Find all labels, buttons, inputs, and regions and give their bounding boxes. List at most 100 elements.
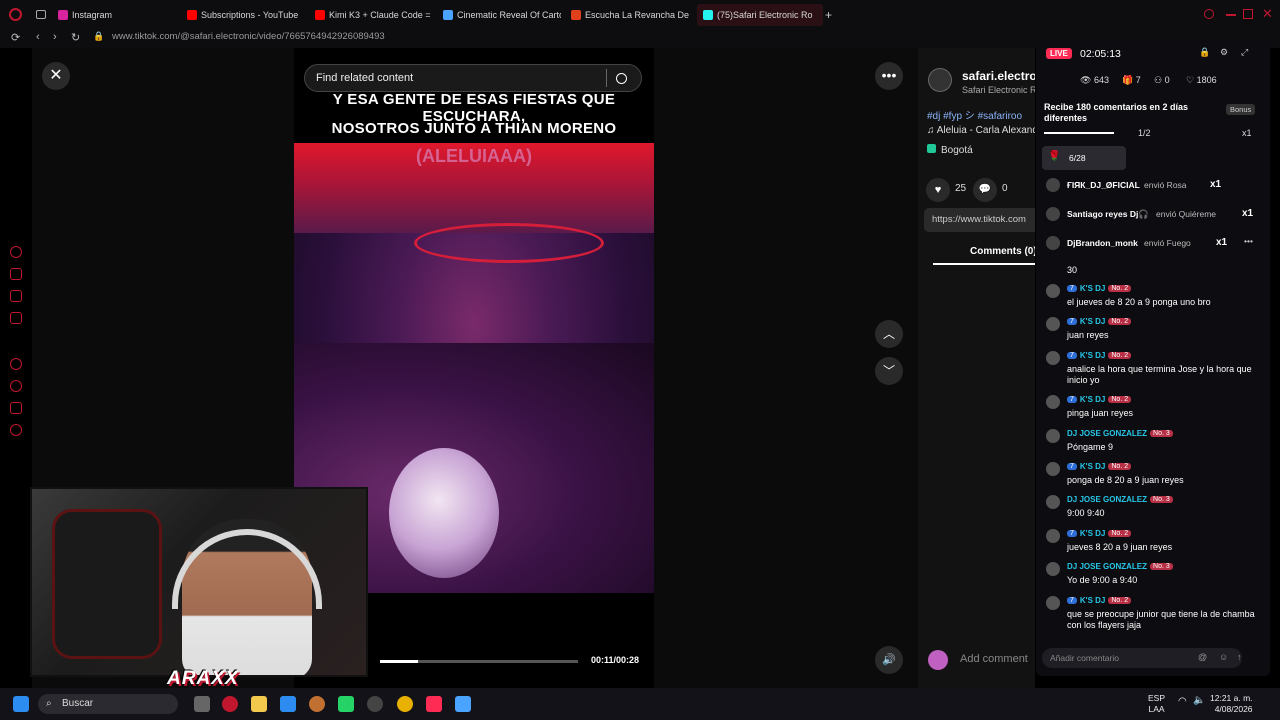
tab-cinematic-reveal[interactable]: Cinematic Reveal Of Carto: [443, 4, 561, 26]
chat-avatar[interactable]: [1046, 596, 1060, 610]
wifi-icon[interactable]: ◠: [1178, 696, 1187, 707]
notepad-icon[interactable]: [455, 696, 471, 712]
chat-username[interactable]: DJ JOSE GONZALEZ: [1067, 495, 1147, 504]
chat-avatar[interactable]: [1046, 317, 1060, 331]
volume-button[interactable]: 🔊: [875, 646, 903, 674]
chat-message: 7 K'S DJ No. 2 jueves 8 20 a 9 juan reyes: [1046, 529, 1266, 561]
previous-video-button[interactable]: ︿: [875, 320, 903, 348]
chat-username[interactable]: K'S DJ: [1080, 462, 1105, 471]
settings-icon[interactable]: ⚙: [1220, 47, 1228, 58]
messenger-icon[interactable]: [10, 290, 22, 302]
chrome-icon[interactable]: [397, 696, 413, 712]
language-indicator[interactable]: ESP LAA: [1148, 693, 1165, 715]
refresh-icon[interactable]: ↻: [71, 31, 80, 44]
app-icon[interactable]: [309, 696, 325, 712]
tab-comments[interactable]: Comments (0): [970, 246, 1035, 257]
send-icon[interactable]: ↑: [1237, 652, 1242, 662]
lock-icon[interactable]: 🔒: [1199, 47, 1210, 58]
aria-icon[interactable]: [10, 246, 22, 258]
taskbar-search[interactable]: ⌕ Buscar: [38, 694, 178, 714]
app-icon[interactable]: [367, 696, 383, 712]
task-view-icon[interactable]: [194, 696, 210, 712]
chat-username[interactable]: DJ JOSE GONZALEZ: [1067, 562, 1147, 571]
popout-icon[interactable]: ⤢: [1241, 47, 1248, 58]
whatsapp-icon[interactable]: [338, 696, 354, 712]
reload-page-icon[interactable]: ⟳: [11, 31, 20, 44]
volume-icon[interactable]: 🔈: [1193, 695, 1205, 706]
system-clock[interactable]: 12:21 a. m. 4/08/2026: [1210, 693, 1253, 715]
close-window-icon[interactable]: ✕: [1262, 6, 1273, 22]
chat-avatar[interactable]: [1046, 529, 1060, 543]
tab-escucha-revancha[interactable]: Escucha La Revancha Del: [571, 4, 689, 26]
maximize-icon[interactable]: [1243, 9, 1253, 19]
comment-input[interactable]: Añadir comentario: [1042, 648, 1242, 668]
chat-username[interactable]: K'S DJ: [1080, 284, 1105, 293]
link-field[interactable]: https://www.tiktok.com: [924, 208, 1035, 232]
tab-youtube-subscriptions[interactable]: Subscriptions - YouTube: [187, 4, 307, 26]
author-name[interactable]: safari.electronic: [962, 69, 1035, 83]
tiktok-icon[interactable]: [426, 696, 442, 712]
search-tabs-icon[interactable]: [1204, 9, 1214, 19]
chat-avatar[interactable]: [1046, 429, 1060, 443]
chat-avatar[interactable]: [1046, 462, 1060, 476]
music-info[interactable]: ♫ Aleluia - Carla Alexandra: [927, 125, 1035, 136]
forward-icon[interactable]: ›: [53, 31, 57, 43]
chat-avatar[interactable]: [1046, 562, 1060, 576]
chat-username[interactable]: K'S DJ: [1080, 395, 1105, 404]
chat-avatar[interactable]: [1046, 495, 1060, 509]
eye-icon: 👁: [1080, 75, 1094, 85]
tab-instagram[interactable]: Instagram: [58, 4, 178, 26]
opera-logo-icon[interactable]: [9, 8, 22, 21]
emoji-icon[interactable]: ☺: [1219, 652, 1228, 662]
minimize-icon[interactable]: [1226, 14, 1236, 16]
chat-username[interactable]: DJ JOSE GONZALEZ: [1067, 429, 1147, 438]
chat-username[interactable]: K'S DJ: [1080, 529, 1105, 538]
speed-dial-icon[interactable]: [10, 358, 22, 370]
chat-avatar[interactable]: [1046, 351, 1060, 365]
windows-start-icon[interactable]: [13, 696, 29, 712]
chat-meta: 7 K'S DJ No. 2: [1067, 317, 1132, 326]
file-explorer-icon[interactable]: [251, 696, 267, 712]
add-comment-placeholder[interactable]: Add comment: [960, 653, 1028, 665]
tab-overview-icon[interactable]: [36, 10, 46, 19]
hashtags[interactable]: #dj #fyp シ #safariroo: [927, 107, 1022, 122]
gifts-count: 7: [1135, 75, 1141, 85]
new-tab-button[interactable]: +: [825, 8, 832, 22]
gift-avatar: [1046, 178, 1060, 192]
next-video-button[interactable]: ﹀: [875, 357, 903, 385]
history-icon[interactable]: [10, 380, 22, 392]
mention-icon[interactable]: @: [1198, 652, 1207, 662]
extensions-icon[interactable]: [10, 402, 22, 414]
location-info[interactable]: Bogotá: [927, 144, 973, 156]
tab-safari-electronic[interactable]: (75)Safari Electronic Ro: [697, 4, 823, 26]
comment-button[interactable]: 💬: [973, 178, 997, 202]
more-icon[interactable]: •••: [1244, 236, 1253, 246]
chat-avatar[interactable]: [1046, 395, 1060, 409]
video-progress-bar[interactable]: [380, 660, 578, 663]
tab-kimi-claude[interactable]: Kimi K3 + Claude Code = F: [315, 4, 433, 26]
settings-icon[interactable]: [10, 424, 22, 436]
player-icon[interactable]: [10, 312, 22, 324]
store-icon[interactable]: [280, 696, 296, 712]
chat-username[interactable]: K'S DJ: [1080, 317, 1105, 326]
related-search-input[interactable]: Find related content: [304, 64, 642, 92]
author-avatar[interactable]: [928, 68, 952, 92]
wallet-icon[interactable]: [10, 268, 22, 280]
more-options-button[interactable]: •••: [875, 62, 903, 90]
close-video-button[interactable]: ✕: [42, 62, 70, 90]
opera-icon[interactable]: [222, 696, 238, 712]
rank-badge: No. 2: [1108, 318, 1132, 325]
gaming-chair: [52, 509, 162, 659]
chat-username[interactable]: K'S DJ: [1080, 596, 1105, 605]
video-overlay-text: (ALELUIAAA): [416, 146, 532, 166]
chat-username[interactable]: K'S DJ: [1080, 351, 1105, 360]
like-button[interactable]: ♥: [926, 178, 950, 202]
chat-avatar[interactable]: [1046, 284, 1060, 298]
url-field[interactable]: www.tiktok.com/@safari.electronic/video/…: [112, 31, 385, 42]
clock-date: 4/08/2026: [1214, 704, 1253, 714]
dancer: [389, 448, 499, 578]
goal-text: Recibe 180 comentarios en 2 días diferen…: [1044, 102, 1189, 123]
back-icon[interactable]: ‹: [36, 31, 40, 43]
search-divider: [606, 69, 607, 87]
search-icon[interactable]: [616, 72, 627, 84]
